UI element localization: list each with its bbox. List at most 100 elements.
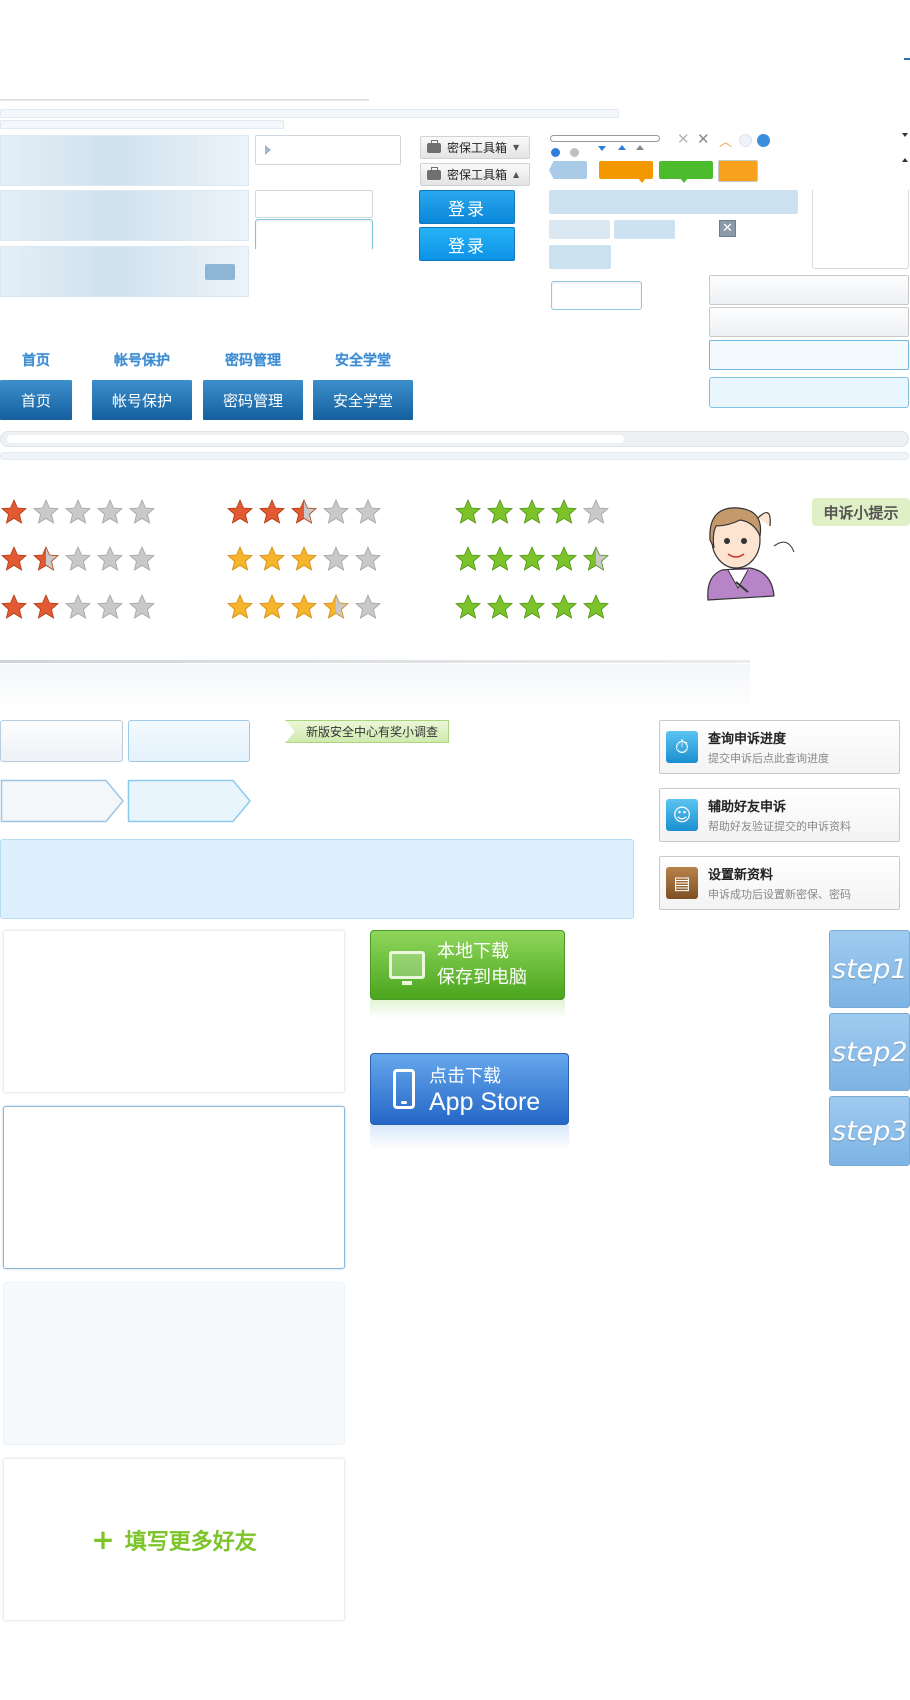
triangle-up-icon[interactable]	[902, 158, 908, 162]
star-icon	[32, 593, 60, 621]
star-icon	[64, 545, 92, 573]
tip-label: 申诉小提示	[812, 498, 910, 526]
card-subtitle: 帮助好友验证提交的申诉资料	[708, 820, 851, 833]
rating-green-5	[454, 593, 610, 621]
add-friend-label: 填写更多好友	[124, 1529, 257, 1555]
rating-red-2	[0, 593, 156, 621]
local-download-line2: 保存到电脑	[437, 967, 527, 988]
star-icon	[258, 498, 286, 526]
login-button-hover[interactable]: 登录	[419, 227, 515, 261]
nav-tab-password[interactable]: 密码管理	[203, 380, 303, 420]
chip-green[interactable]	[659, 161, 713, 179]
star-icon	[258, 593, 286, 621]
star-icon	[518, 498, 546, 526]
login-button[interactable]: 登录	[419, 190, 515, 224]
text-input-focused[interactable]	[255, 219, 373, 249]
chevron-up-orange-icon[interactable]: ︿	[719, 131, 732, 150]
local-download-line1: 本地下载	[437, 941, 509, 962]
star-icon	[32, 498, 60, 526]
star-icon	[322, 545, 350, 573]
rating-gold-3	[226, 545, 382, 573]
star-icon	[354, 545, 382, 573]
star-icon	[486, 593, 514, 621]
survey-banner[interactable]: 新版安全中心有奖小调查	[285, 720, 449, 743]
card-set-new-info[interactable]: ▤ 设置新资料 申诉成功后设置新密保、密码	[659, 856, 900, 910]
star-icon	[32, 545, 60, 573]
nav-tab-school[interactable]: 安全学堂	[313, 380, 413, 420]
arrow-up-blue-icon[interactable]	[618, 145, 626, 150]
card-assist-friend[interactable]: ☺ 辅助好友申诉 帮助好友验证提交的申诉资料	[659, 788, 900, 842]
star-icon	[64, 498, 92, 526]
strip-2	[0, 120, 284, 129]
close-light-icon[interactable]: ✕	[677, 130, 690, 148]
star-icon	[582, 593, 610, 621]
circle-light-icon[interactable]	[739, 134, 752, 147]
toolbox-dropdown-expanded[interactable]: 密保工具箱 ▲	[420, 163, 530, 186]
panel-1-split	[195, 136, 196, 185]
rating-red-2-5	[226, 498, 382, 526]
star-icon	[550, 498, 578, 526]
star-icon	[454, 593, 482, 621]
arrow-button[interactable]	[0, 779, 125, 823]
input-row-1[interactable]	[709, 275, 909, 305]
text-input[interactable]	[255, 190, 373, 218]
nav-tab-home[interactable]: 首页	[0, 380, 72, 420]
panel-3-button[interactable]	[205, 264, 235, 280]
input-row-2[interactable]	[709, 307, 909, 337]
add-friend-card[interactable]: + 填写更多好友	[3, 1458, 345, 1621]
star-icon	[96, 593, 124, 621]
dot-inactive[interactable]	[570, 148, 579, 157]
triangle-down-icon[interactable]	[902, 133, 908, 137]
info-panel	[0, 839, 634, 919]
chip-blue-arrow[interactable]	[549, 161, 587, 179]
input-row-active[interactable]	[709, 377, 909, 408]
chip-orange-bordered[interactable]	[718, 160, 758, 182]
arrow-up-grey-icon[interactable]	[636, 145, 644, 150]
panel-2	[0, 190, 249, 241]
star-icon	[96, 545, 124, 573]
step-tab-1[interactable]: step1	[829, 930, 910, 1008]
close-box-icon[interactable]: ✕	[719, 220, 736, 237]
textarea-focused[interactable]	[3, 1106, 345, 1269]
local-download-button[interactable]: 本地下载 保存到电脑	[370, 930, 565, 1000]
star-icon	[226, 593, 254, 621]
card-query-progress[interactable]: ⏱ 查询申诉进度 提交申诉后点此查询进度	[659, 720, 900, 774]
star-icon	[0, 593, 28, 621]
star-icon	[454, 545, 482, 573]
small-input-focused[interactable]	[551, 281, 642, 310]
chip-orange-tail	[638, 178, 646, 183]
star-icon	[354, 498, 382, 526]
divider-top	[0, 99, 369, 101]
small-bar-2	[614, 220, 675, 239]
fog-band	[0, 664, 750, 712]
star-icon	[258, 545, 286, 573]
caret-right-icon	[265, 145, 271, 155]
plain-button-hover[interactable]	[128, 720, 250, 762]
close-dark-icon[interactable]: ✕	[697, 130, 710, 148]
step-tab-3[interactable]: step3	[829, 1096, 910, 1166]
chip-orange[interactable]	[599, 161, 653, 179]
plain-button[interactable]	[0, 720, 123, 762]
panel-3-split	[195, 247, 196, 296]
input-row-focused[interactable]	[709, 340, 909, 370]
star-icon	[226, 545, 254, 573]
step-tab-2[interactable]: step2	[829, 1013, 910, 1091]
survey-label: 新版安全中心有奖小调查	[306, 725, 439, 739]
app-store-button[interactable]: 点击下载 App Store	[370, 1053, 569, 1125]
star-icon	[96, 498, 124, 526]
circle-blue-icon[interactable]	[757, 134, 770, 147]
star-icon	[582, 545, 610, 573]
thin-strip	[0, 452, 909, 460]
arrow-down-blue-icon[interactable]	[598, 146, 606, 151]
tip-girl-illustration	[688, 496, 808, 604]
scroll-strip	[0, 431, 909, 447]
arrow-button-hover[interactable]	[127, 779, 252, 823]
toolbox-dropdown-collapsed[interactable]: 密保工具箱 ▼	[420, 136, 530, 159]
star-icon	[226, 498, 254, 526]
select-input[interactable]	[255, 135, 401, 165]
app-store-reflection	[370, 1125, 569, 1155]
dot-active[interactable]	[551, 148, 560, 157]
star-icon	[290, 593, 318, 621]
nav-hover-account: 帐号保护	[114, 353, 170, 369]
nav-tab-account[interactable]: 帐号保护	[92, 380, 192, 420]
